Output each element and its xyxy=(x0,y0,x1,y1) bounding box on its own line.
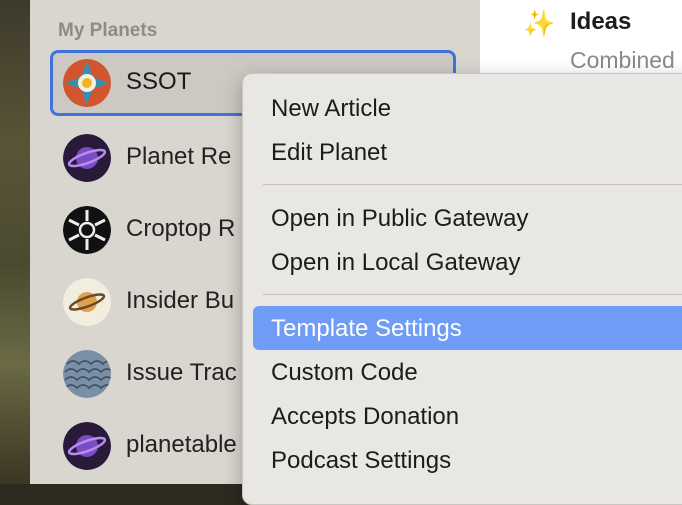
planet-label: SSOT xyxy=(126,68,192,95)
ssot-avatar-icon xyxy=(63,59,111,107)
menu-item-open-public-gateway[interactable]: Open in Public Gateway xyxy=(253,196,682,240)
main-subtitle: Combined xyxy=(570,47,675,73)
desktop-background xyxy=(0,0,30,484)
planet-label: Issue Trac xyxy=(126,359,237,386)
menu-item-edit-planet[interactable]: Edit Planet xyxy=(253,130,682,174)
menu-item-open-local-gateway[interactable]: Open in Local Gateway xyxy=(253,240,682,284)
context-menu: New Article Edit Planet Open in Public G… xyxy=(242,73,682,505)
croptop-avatar-icon xyxy=(63,206,111,254)
menu-item-podcast-settings[interactable]: Podcast Settings xyxy=(253,438,682,482)
menu-item-custom-code[interactable]: Custom Code xyxy=(253,350,682,394)
saturn-avatar-icon xyxy=(63,134,111,182)
section-title-my-planets: My Planets xyxy=(58,20,158,41)
planetable-avatar-icon xyxy=(63,422,111,470)
menu-item-template-settings[interactable]: Template Settings xyxy=(253,306,682,350)
menu-separator xyxy=(263,294,682,295)
planet-label: planetable xyxy=(126,431,237,458)
sparkles-icon: ✨ xyxy=(523,8,556,38)
main-title: Ideas xyxy=(570,8,632,35)
planet-label: Croptop R xyxy=(126,215,236,242)
menu-separator xyxy=(263,184,682,185)
menu-item-accepts-donation[interactable]: Accepts Donation xyxy=(253,394,682,438)
planet-label: Insider Bu xyxy=(126,287,235,314)
planet-label: Planet Re xyxy=(126,143,232,170)
menu-item-new-article[interactable]: New Article xyxy=(253,86,682,130)
insider-planet-avatar-icon xyxy=(63,278,111,326)
issue-tracker-avatar-icon xyxy=(63,350,111,398)
